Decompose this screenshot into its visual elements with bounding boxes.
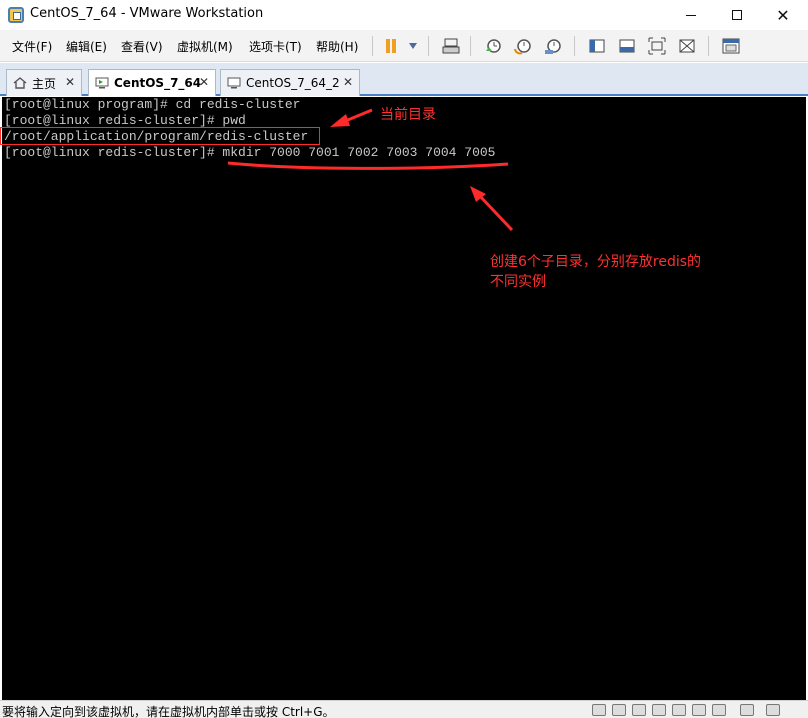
revert-snapshot-button[interactable]: [512, 35, 534, 57]
title-bar: CentOS_7_64 - VMware Workstation ✕: [0, 0, 808, 30]
vm-icon: [227, 77, 241, 89]
toolbar-separator: [372, 36, 373, 56]
terminal-line: [root@linux program]# cd redis-cluster: [4, 97, 301, 112]
send-keys-icon: [442, 38, 460, 54]
tab-centos-7-64[interactable]: CentOS_7_64 ✕: [88, 69, 216, 96]
cd-icon[interactable]: [612, 704, 626, 716]
close-icon[interactable]: ✕: [199, 75, 209, 89]
close-button[interactable]: ✕: [760, 0, 806, 30]
console-view-icon: [589, 39, 605, 53]
tab-label: CentOS_7_64_2: [246, 76, 340, 90]
annotation-current-dir: 当前目录: [380, 107, 436, 123]
toolbar-separator: [574, 36, 575, 56]
single-window-icon: [619, 39, 635, 53]
minimize-button[interactable]: [668, 0, 714, 30]
snapshot-button[interactable]: [482, 35, 504, 57]
revert-snapshot-icon: [514, 39, 531, 55]
tab-home[interactable]: 主页 ✕: [6, 69, 82, 96]
vmware-icon: [8, 7, 24, 23]
pause-button[interactable]: [380, 35, 402, 57]
menu-toolbar: 文件(F) 编辑(E) 查看(V) 虚拟机(M) 选项卡(T) 帮助(H): [0, 30, 808, 62]
status-hint: 要将输入定向到该虚拟机，请在虚拟机内部单击或按 Ctrl+G。: [2, 705, 335, 718]
manage-snapshots-icon: [545, 39, 561, 54]
close-icon[interactable]: ✕: [65, 75, 75, 89]
maximize-button[interactable]: [714, 0, 760, 30]
power-dropdown[interactable]: [402, 35, 424, 57]
send-ctrl-alt-del-button[interactable]: [440, 35, 462, 57]
vm-icon: [95, 77, 109, 89]
tab-label: CentOS_7_64: [114, 76, 202, 90]
library-button[interactable]: [720, 35, 742, 57]
annotation-box: [0, 127, 320, 145]
unity-icon: [679, 39, 695, 53]
close-icon: ✕: [776, 5, 790, 25]
snapshot-icon: [486, 39, 501, 53]
display-icon[interactable]: [712, 704, 726, 716]
usb-icon[interactable]: [672, 704, 686, 716]
terminal-line: [root@linux redis-cluster]# mkdir 7000 7…: [4, 145, 496, 160]
unity-button[interactable]: [676, 35, 698, 57]
sound-icon[interactable]: [692, 704, 706, 716]
minimize-icon: [686, 14, 696, 16]
tab-centos-7-64-2[interactable]: CentOS_7_64_2 ✕: [220, 69, 360, 96]
console-view-button[interactable]: [586, 35, 608, 57]
home-icon: [13, 77, 27, 89]
fullscreen-icon: [648, 37, 666, 55]
close-icon[interactable]: ✕: [343, 75, 353, 89]
maximize-icon: [732, 10, 742, 20]
annotation-subdirs-line2: 不同实例: [490, 274, 546, 290]
toolbar-separator: [428, 36, 429, 56]
stretch-icon[interactable]: [766, 704, 780, 716]
toolbar-separator: [470, 36, 471, 56]
network-icon[interactable]: [632, 704, 646, 716]
toolbar-separator: [708, 36, 709, 56]
hard-disk-icon[interactable]: [592, 704, 606, 716]
dropdown-icon: [409, 43, 417, 49]
menu-edit[interactable]: 编辑(E): [66, 38, 107, 55]
tab-label: 主页: [32, 76, 57, 91]
menu-view[interactable]: 查看(V): [121, 38, 163, 55]
status-bar: 要将输入定向到该虚拟机，请在虚拟机内部单击或按 Ctrl+G。: [0, 700, 808, 718]
single-window-button[interactable]: [616, 35, 638, 57]
vm-console[interactable]: [root@linux program]# cd redis-cluster […: [2, 97, 806, 700]
menu-vm[interactable]: 虚拟机(M): [177, 38, 233, 55]
menu-help[interactable]: 帮助(H): [316, 38, 358, 55]
annotation-subdirs-line1: 创建6个子目录，分别存放redis的: [490, 254, 702, 270]
manage-snapshots-button[interactable]: [542, 35, 564, 57]
fullscreen-button[interactable]: [646, 35, 668, 57]
message-icon[interactable]: [740, 704, 754, 716]
printer-icon[interactable]: [652, 704, 666, 716]
pause-icon: [385, 39, 397, 53]
window-title: CentOS_7_64 - VMware Workstation: [30, 6, 264, 21]
menu-file[interactable]: 文件(F): [12, 38, 52, 55]
library-icon: [722, 38, 740, 54]
menu-tabs[interactable]: 选项卡(T): [249, 38, 302, 55]
tab-strip: 主页 ✕ CentOS_7_64 ✕ CentOS_7_64_2 ✕: [0, 63, 808, 96]
